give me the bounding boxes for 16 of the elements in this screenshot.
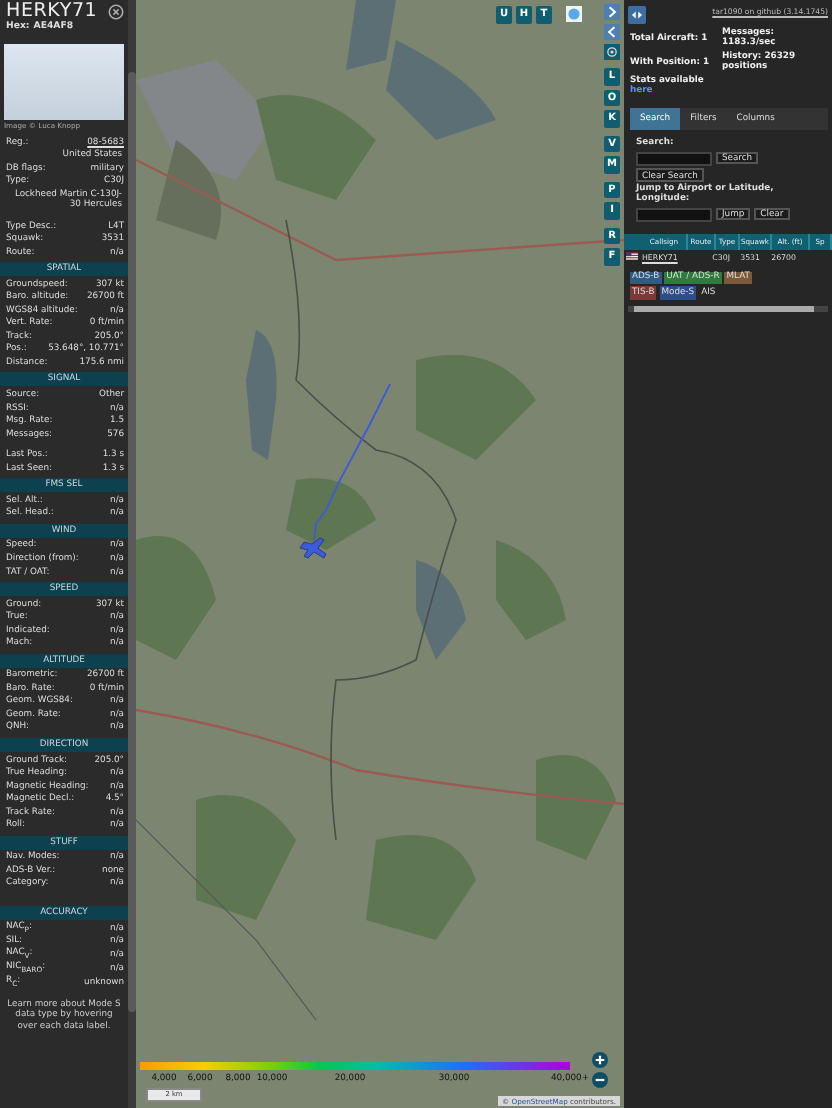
scrollbar[interactable] <box>128 0 136 1108</box>
jump-field[interactable] <box>636 207 712 221</box>
zoom-in-icon[interactable] <box>592 1052 608 1068</box>
flag-icon <box>626 252 638 260</box>
globe-button-icon[interactable] <box>566 6 582 23</box>
airplane-icon[interactable] <box>299 537 327 559</box>
aircraft-callsign: HERKY71 <box>6 2 98 22</box>
search-field[interactable] <box>636 151 712 165</box>
panel-toggle-icon[interactable] <box>628 6 646 24</box>
zoom-out-icon[interactable] <box>592 1072 608 1088</box>
settings-icon[interactable] <box>604 44 620 60</box>
collapse-left-icon[interactable] <box>604 24 620 40</box>
photo-placeholder <box>4 44 124 120</box>
scrollbar[interactable] <box>628 305 828 311</box>
close-icon[interactable] <box>108 4 124 20</box>
expand-right-icon[interactable] <box>604 4 620 20</box>
